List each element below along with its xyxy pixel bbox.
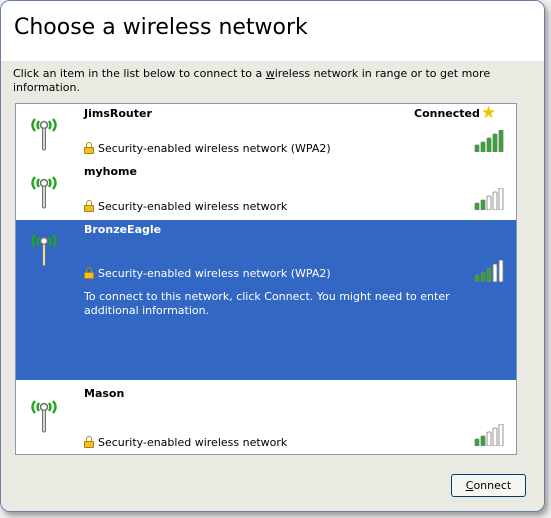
lock-icon	[84, 267, 94, 279]
instructions-access-key: w	[265, 67, 275, 80]
security-info: Security-enabled wireless network (WPA2)	[84, 267, 331, 281]
wireless-antenna-icon	[31, 234, 57, 267]
lock-icon	[84, 436, 94, 448]
connect-button[interactable]: Connect	[451, 474, 526, 497]
dialog-content: Click an item in the list below to conne…	[1, 61, 544, 511]
network-name: Mason	[84, 387, 125, 400]
wireless-network-window: Choose a wireless network Click an item …	[0, 0, 545, 512]
network-item-myhome[interactable]: myhome Security-enabled wireless network	[16, 162, 516, 220]
dialog-title: Choose a wireless network	[14, 15, 308, 40]
star-icon: ★	[481, 103, 497, 123]
wireless-antenna-icon	[31, 176, 57, 209]
signal-strength-icon	[474, 188, 504, 210]
instructions-text: Click an item in the list below to conne…	[13, 67, 533, 95]
wireless-antenna-icon	[31, 400, 57, 433]
wireless-antenna-icon	[31, 118, 57, 151]
connection-status: Connected	[414, 107, 480, 120]
security-type: Security-enabled wireless network	[98, 200, 288, 213]
network-name: BronzeEagle	[84, 223, 162, 236]
dialog-header: Choose a wireless network	[1, 1, 544, 61]
network-name: JimsRouter	[84, 107, 152, 120]
lock-icon	[84, 142, 94, 154]
signal-strength-icon	[474, 130, 504, 152]
network-list[interactable]: JimsRouter Connected ★ Security-enabled …	[15, 103, 517, 455]
signal-strength-icon	[474, 260, 504, 282]
list-scrollbar[interactable]: ▲ ▼	[516, 104, 517, 454]
network-item-bronzeeagle[interactable]: BronzeEagle Security-enabled wireless ne…	[16, 220, 516, 380]
signal-strength-icon	[474, 424, 504, 446]
security-type: Security-enabled wireless network (WPA2)	[98, 142, 331, 155]
connect-hint: To connect to this network, click Connec…	[84, 290, 450, 317]
connect-label-rest: onnect	[473, 479, 512, 492]
network-item-mason[interactable]: Mason Security-enabled wireless network	[16, 380, 516, 454]
security-type: Security-enabled wireless network	[98, 436, 288, 449]
security-info: Security-enabled wireless network	[84, 436, 287, 450]
lock-icon	[84, 200, 94, 212]
security-info: Security-enabled wireless network (WPA2)	[84, 142, 331, 156]
security-info: Security-enabled wireless network	[84, 200, 287, 214]
network-item-jimsrouter[interactable]: JimsRouter Connected ★ Security-enabled …	[16, 104, 516, 162]
instructions-text-pre: Click an item in the list below to conne…	[13, 67, 266, 80]
network-name: myhome	[84, 165, 137, 178]
security-type: Security-enabled wireless network (WPA2)	[98, 267, 331, 280]
